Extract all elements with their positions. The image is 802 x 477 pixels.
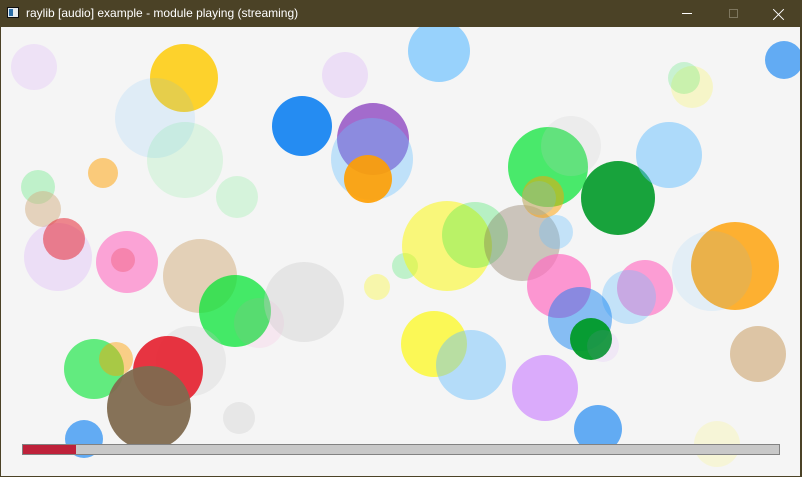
- bubble: [111, 248, 135, 272]
- bubble: [408, 27, 470, 82]
- minimize-button[interactable]: [664, 0, 710, 27]
- bubble: [730, 326, 786, 382]
- bubble: [272, 96, 332, 156]
- bubble: [344, 155, 392, 203]
- bubble: [636, 122, 702, 188]
- bubble: [107, 366, 191, 450]
- bubble: [43, 218, 85, 260]
- bubble: [765, 41, 800, 79]
- bubble: [322, 52, 368, 98]
- bubble: [216, 176, 258, 218]
- bubble: [539, 215, 573, 249]
- bubble: [672, 231, 752, 311]
- bubble: [88, 158, 118, 188]
- window-title: raylib [audio] example - module playing …: [26, 6, 299, 20]
- maximize-icon: [728, 9, 738, 18]
- bubble: [512, 355, 578, 421]
- bubble: [541, 116, 601, 176]
- render-canvas: [1, 27, 800, 476]
- bubble: [223, 402, 255, 434]
- bubble: [364, 274, 390, 300]
- minimize-icon: [682, 13, 692, 14]
- bubble: [264, 262, 344, 342]
- close-button[interactable]: [756, 0, 802, 27]
- music-progress-bar: [22, 444, 780, 455]
- maximize-button[interactable]: [710, 0, 756, 27]
- bubble: [522, 181, 556, 215]
- bubble: [436, 330, 506, 400]
- close-icon: [773, 8, 785, 20]
- app-icon: [7, 7, 19, 18]
- title-bar[interactable]: raylib [audio] example - module playing …: [0, 0, 802, 27]
- bubble: [587, 330, 619, 362]
- bubble: [147, 122, 223, 198]
- bubble: [668, 62, 700, 94]
- bubble: [11, 44, 57, 90]
- music-progress-fill: [23, 445, 76, 454]
- app-window: raylib [audio] example - module playing …: [0, 0, 802, 477]
